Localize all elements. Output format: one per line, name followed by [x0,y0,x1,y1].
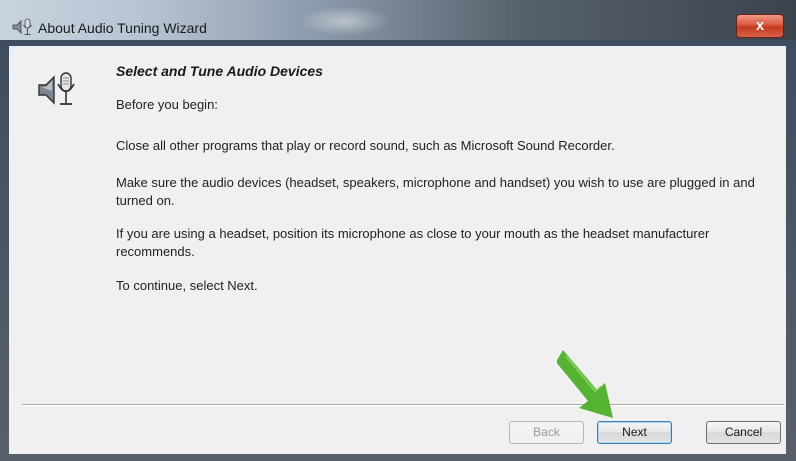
speaker-microphone-icon [38,72,75,105]
page-heading: Select and Tune Audio Devices [116,63,323,79]
instruction-plug-in-devices: Make sure the audio devices (headset, sp… [116,175,755,208]
wizard-page: Select and Tune Audio Devices Before you… [9,46,786,454]
audio-tuning-wizard-window: About Audio Tuning Wizard x Select and T… [0,0,796,461]
close-button[interactable]: x [736,14,784,38]
back-button: Back [509,421,584,444]
intro-text: Before you begin: [116,97,218,112]
speaker-microphone-icon [12,18,32,35]
next-button[interactable]: Next [597,421,672,444]
title-bar[interactable]: About Audio Tuning Wizard x [0,0,796,40]
green-arrow-icon [557,350,613,418]
instruction-continue: To continue, select Next. [116,278,258,293]
window-title: About Audio Tuning Wizard [38,20,207,36]
cancel-button[interactable]: Cancel [706,421,781,444]
instruction-close-programs: Close all other programs that play or re… [116,138,615,153]
instruction-position-headset: If you are using a headset, position its… [116,226,710,259]
button-separator [22,404,784,406]
